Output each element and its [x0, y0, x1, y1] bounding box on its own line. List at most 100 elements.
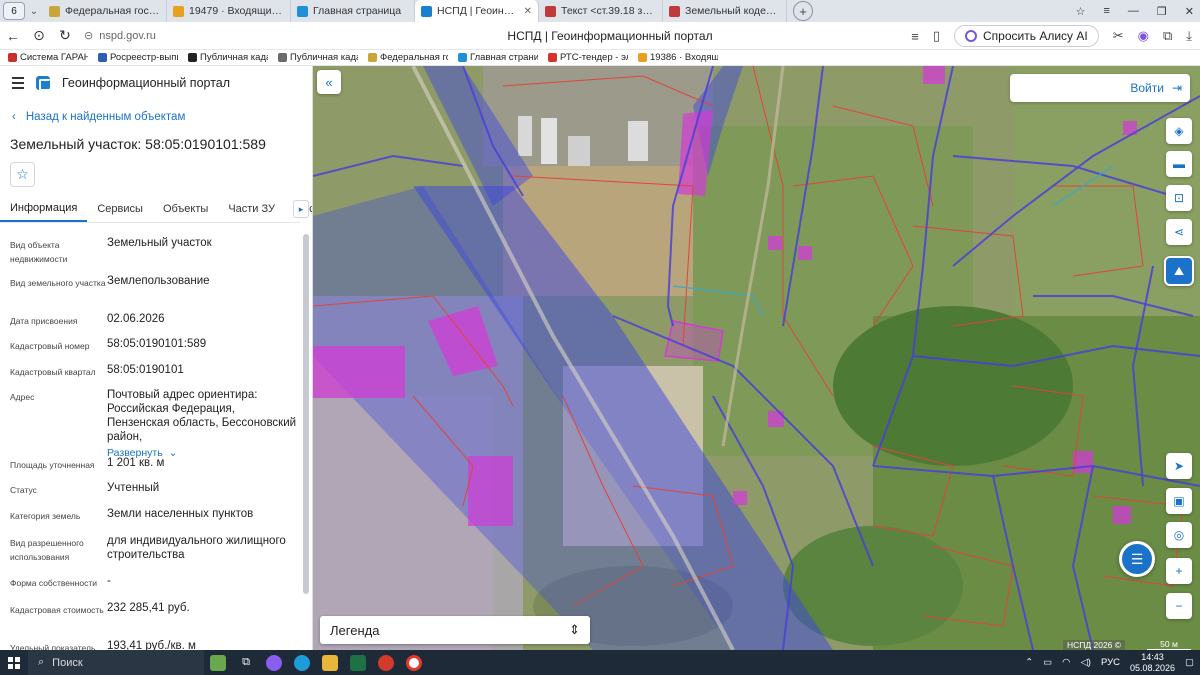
tab-objects[interactable]: Объекты — [153, 196, 218, 222]
bookmark-item[interactable]: РТС-тендер - элек — [548, 52, 628, 63]
bookmark-manager-icon[interactable]: ☆ — [1076, 5, 1086, 18]
property-row: Кадастровая стоимость 232 285,41 руб. — [10, 602, 190, 615]
extensions-puzzle-icon[interactable]: ⧉ — [1163, 28, 1172, 44]
bookmark-favicon-icon — [188, 53, 197, 62]
url-field[interactable]: ⊝ nspd.gov.ru — [84, 29, 214, 43]
windows-start-icon[interactable] — [0, 656, 28, 669]
ruler-icon[interactable]: ▬ — [1166, 151, 1192, 177]
zoom-out-icon[interactable]: − — [1166, 593, 1192, 619]
downloads-icon[interactable]: ⤓ — [1186, 28, 1192, 44]
location-pin-icon[interactable]: ◎ — [1166, 522, 1192, 548]
cadastre-service-icon[interactable]: ⛰ — [1164, 256, 1194, 286]
browser-tab[interactable]: Федеральная государств — [43, 0, 167, 22]
expand-collapse-icon: ⇕ — [569, 622, 580, 637]
bookmark-item[interactable]: Система ГАРАНТ — [8, 52, 88, 63]
back-arrow-icon[interactable]: ← — [0, 28, 26, 44]
map-view[interactable]: « Войти ⇥ ◈ ▬ ⊡ ⋖ ⛰ ➤ ▣ ◎ + − ☰ Легенда … — [313, 66, 1200, 650]
bookmarks-bar: Система ГАРАНТ Росреестр-выпис Публичная… — [0, 50, 1200, 66]
tab-count-button[interactable]: 6 — [3, 2, 25, 20]
property-row: Форма собственности - — [10, 575, 111, 588]
language-indicator[interactable]: РУС — [1101, 657, 1120, 668]
clock[interactable]: 14:43 05.08.2026 — [1130, 652, 1175, 674]
tab-list-chevron-icon[interactable]: ⌄ — [25, 6, 43, 17]
excel-icon[interactable] — [344, 650, 372, 675]
favorite-star-button[interactable]: ☆ — [10, 162, 35, 187]
tab-favicon-icon — [669, 5, 680, 17]
portal-header: Геоинформационный портал — [0, 66, 312, 100]
browser-tab[interactable]: Главная страница — [291, 0, 415, 22]
zoom-in-icon[interactable]: + — [1166, 558, 1192, 584]
bookmark-favicon-icon — [98, 53, 107, 62]
ask-alice-button[interactable]: Спросить Алису AI — [954, 25, 1099, 47]
bookmark-item[interactable]: Росреестр-выпис — [98, 52, 178, 63]
maximize-icon[interactable]: ❐ — [1157, 5, 1167, 18]
game-app-icon[interactable] — [204, 650, 232, 675]
system-tray: ⌃ ▭ ◠ ◁) РУС 14:43 05.08.2026 ▢ — [1025, 650, 1194, 675]
property-row: Вид земельного участка Землепользование — [10, 275, 210, 288]
windows-taskbar: ⌕ Поиск ⧉ ⌃ ▭ ◠ ◁) РУС 14:43 05.08.2026 … — [0, 650, 1200, 675]
share-icon[interactable]: ⋖ — [1166, 219, 1192, 245]
property-row: Вид объекта недвижимости Земельный участ… — [10, 237, 212, 264]
taskbar-search[interactable]: ⌕ Поиск — [28, 650, 204, 675]
yandex-home-icon[interactable]: ⊙ — [26, 27, 52, 44]
back-to-results-link[interactable]: ‹ Назад к найденным объектам — [12, 111, 185, 123]
browser-tab[interactable]: 19479 · Входящие — Янд — [167, 0, 291, 22]
hamburger-menu-icon[interactable] — [12, 77, 24, 89]
tabs-scroll-right-icon[interactable]: ▸ — [293, 200, 309, 218]
extension-icon[interactable]: ✂ — [1113, 28, 1124, 44]
menu-icon[interactable]: ≡ — [1103, 5, 1109, 17]
alice-app-icon[interactable] — [260, 650, 288, 675]
satellite-map[interactable] — [313, 66, 1200, 650]
extension-circle-icon[interactable]: ◉ — [1138, 28, 1149, 44]
minimize-icon[interactable]: — — [1128, 5, 1139, 17]
page-title: НСПД | Геоинформационный портал — [507, 28, 713, 43]
bookmark-icon[interactable]: ▯ — [933, 28, 940, 44]
file-explorer-icon[interactable] — [316, 650, 344, 675]
tab-parts[interactable]: Части ЗУ — [218, 196, 285, 222]
bookmark-favicon-icon — [458, 53, 467, 62]
legend-selector[interactable]: Легенда ⇕ — [320, 616, 590, 644]
tab-favicon-icon — [173, 5, 184, 17]
bookmark-favicon-icon — [638, 53, 647, 62]
edge-browser-icon[interactable] — [288, 650, 316, 675]
chat-support-button[interactable]: ☰ — [1119, 541, 1155, 577]
geolocation-icon[interactable]: ➤ — [1166, 453, 1192, 479]
bookmark-item[interactable]: 19386 · Входящие — [638, 52, 718, 63]
tab-information[interactable]: Информация — [0, 196, 88, 222]
notification-icon[interactable]: ▢ — [1185, 657, 1194, 668]
new-tab-button[interactable]: + — [793, 1, 813, 21]
panel-scrollbar[interactable] — [303, 234, 309, 594]
reader-mode-icon[interactable]: ≡ — [911, 29, 919, 44]
browser-tab[interactable]: Текст <ст.39.18 зк рф> | С — [539, 0, 663, 22]
login-arrow-icon: ⇥ — [1171, 81, 1182, 95]
red-app-icon[interactable] — [372, 650, 400, 675]
map-copyright: НСПД 2026 © — [1063, 640, 1126, 650]
yandex-browser-icon[interactable] — [400, 650, 428, 675]
tab-services[interactable]: Сервисы — [87, 196, 153, 222]
bookmark-item[interactable]: Публичная кадас — [278, 52, 358, 63]
login-button[interactable]: Войти ⇥ — [1010, 74, 1190, 102]
close-window-icon[interactable]: ✕ — [1185, 5, 1194, 18]
wifi-icon[interactable]: ◠ — [1062, 657, 1070, 668]
chevron-up-icon[interactable]: ⌃ — [1025, 657, 1033, 668]
select-area-icon[interactable]: ⊡ — [1166, 185, 1192, 211]
task-view-icon[interactable]: ⧉ — [232, 650, 260, 675]
browser-tab-strip: 6 ⌄ Федеральная государств 19479 · Входя… — [0, 0, 1200, 22]
bookmark-item[interactable]: Федеральная гос — [368, 52, 448, 63]
refresh-icon[interactable]: ↻ — [52, 27, 78, 44]
browser-tab[interactable]: Земельный кодекс Росси — [663, 0, 787, 22]
collapse-panel-button[interactable]: « — [317, 70, 341, 94]
bookmark-item[interactable]: Публичная кадас — [188, 52, 268, 63]
layers-icon[interactable]: ◈ — [1166, 118, 1192, 144]
property-row: Статус Учтенный — [10, 482, 160, 495]
network-icon[interactable]: ▭ — [1043, 657, 1052, 668]
close-tab-icon[interactable]: ✕ — [524, 6, 532, 17]
tab-favicon-icon — [421, 5, 432, 17]
search-icon: ⌕ — [38, 656, 45, 668]
basemap-icon[interactable]: ▣ — [1166, 488, 1192, 514]
bookmark-favicon-icon — [278, 53, 287, 62]
volume-icon[interactable]: ◁) — [1080, 657, 1090, 668]
browser-tab-active[interactable]: НСПД | Геоинформац✕ — [415, 0, 539, 22]
window-controls: ☆ ≡ — ❐ ✕ — [1076, 0, 1194, 22]
bookmark-item[interactable]: Главная страница — [458, 52, 538, 63]
